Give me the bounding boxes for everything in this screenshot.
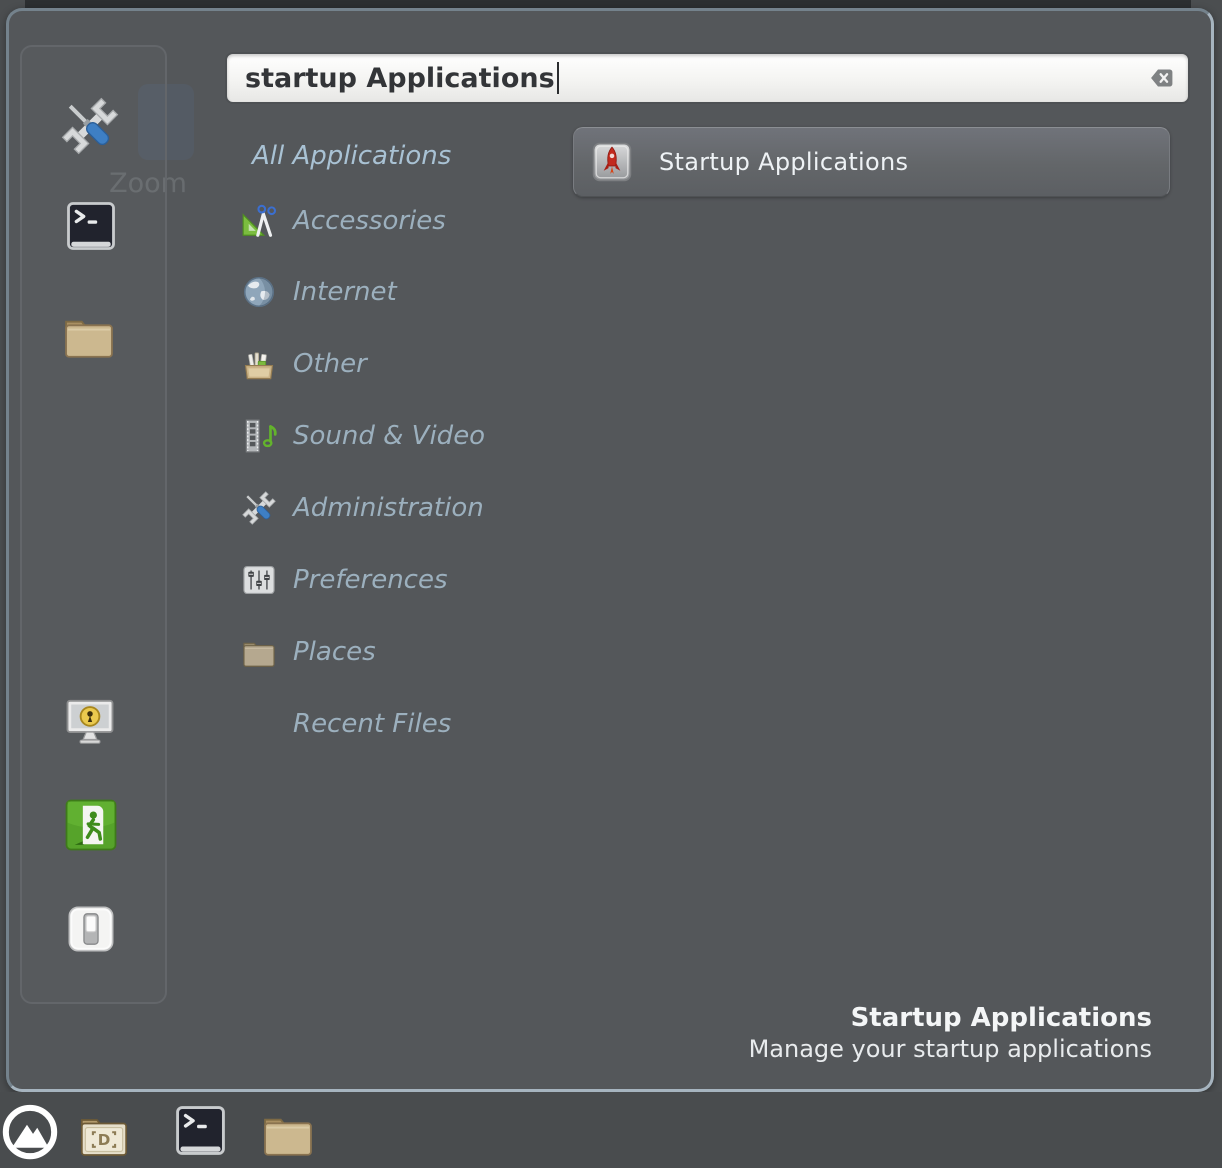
sound-video-icon [240, 417, 278, 455]
category-label: Administration [293, 493, 484, 523]
category-recent-files[interactable]: Recent Files [240, 702, 570, 746]
administration-icon [240, 489, 278, 527]
selection-info: Startup Applications Manage your startup… [749, 1002, 1152, 1065]
category-accessories[interactable]: Accessories [240, 199, 570, 243]
category-label: Accessories [293, 206, 446, 236]
lock-screen-icon [60, 692, 120, 752]
shutdown-icon [65, 903, 117, 955]
selection-info-subtitle: Manage your startup applications [749, 1034, 1152, 1065]
category-other[interactable]: Other [240, 342, 570, 386]
preferences-icon [240, 561, 278, 599]
search-input[interactable]: startup Applications [225, 52, 1190, 104]
folder-icon [258, 1104, 318, 1162]
desktop: Zoom [0, 0, 1222, 1168]
desktop-folder-letter: D [98, 1131, 111, 1149]
selection-info-title: Startup Applications [749, 1002, 1152, 1034]
sidebar-item-logout[interactable] [63, 797, 119, 853]
accessories-icon [240, 202, 278, 240]
taskbar-terminal-button[interactable] [173, 1103, 228, 1158]
category-label: Sound & Video [293, 421, 485, 451]
category-label: Preferences [293, 565, 448, 595]
category-label: Recent Files [293, 709, 451, 739]
sidebar-item-system-tools[interactable] [58, 94, 122, 158]
other-icon [240, 345, 278, 383]
startup-applications-rocket-icon [591, 141, 633, 183]
terminal-icon [173, 1103, 228, 1158]
mint-menu-icon [1, 1103, 59, 1161]
category-label: Internet [293, 277, 397, 307]
terminal-icon [64, 199, 118, 253]
internet-icon [240, 273, 278, 311]
sidebar-item-shutdown[interactable] [65, 903, 117, 955]
result-item-startup-applications[interactable]: Startup Applications [573, 127, 1170, 197]
places-icon [240, 633, 278, 671]
category-sound-video[interactable]: Sound & Video [240, 414, 570, 458]
category-internet[interactable]: Internet [240, 270, 570, 314]
category-preferences[interactable]: Preferences [240, 558, 570, 602]
desktop-folder-icon: D [76, 1106, 132, 1162]
category-places[interactable]: Places [240, 630, 570, 674]
category-label: Other [293, 349, 367, 379]
category-label: All Applications [252, 141, 451, 171]
taskbar-desktop-folder-button[interactable]: D [76, 1106, 132, 1162]
sidebar-favorites [20, 45, 167, 1004]
search-input-value: startup Applications [245, 63, 555, 94]
taskbar-menu-button[interactable] [1, 1103, 59, 1161]
system-tools-icon [58, 94, 122, 158]
clear-search-icon[interactable] [1142, 66, 1174, 90]
category-administration[interactable]: Administration [240, 486, 570, 530]
category-label: Places [293, 637, 376, 667]
folder-icon [60, 306, 118, 364]
category-all-applications[interactable]: All Applications [240, 134, 582, 178]
result-item-label: Startup Applications [659, 148, 908, 176]
sidebar-item-terminal[interactable] [64, 199, 118, 253]
text-cursor [557, 62, 559, 94]
logout-icon [63, 797, 119, 853]
taskbar-files-button[interactable] [258, 1104, 318, 1162]
sidebar-item-file-manager[interactable] [60, 306, 118, 364]
sidebar-item-lock-screen[interactable] [60, 692, 120, 752]
